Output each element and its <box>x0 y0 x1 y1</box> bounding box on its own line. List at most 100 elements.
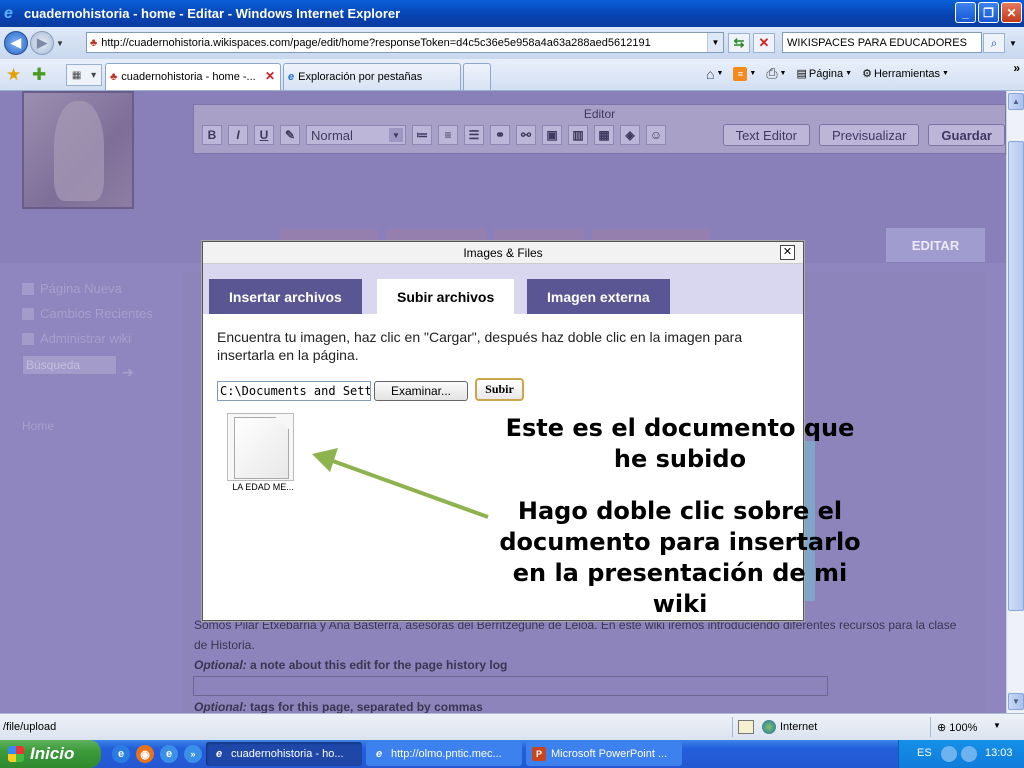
refresh-button[interactable]: ⇆ <box>728 33 750 53</box>
optional-note-label: a note about this edit for the page hist… <box>250 658 508 672</box>
restore-button[interactable]: ❐ <box>978 2 999 23</box>
tab-insert-files[interactable]: Insertar archivos <box>209 279 362 314</box>
task-powerpoint[interactable]: P Microsoft PowerPoint ... <box>526 742 682 766</box>
more-commands-icon[interactable]: » <box>1013 61 1020 75</box>
zoom-level[interactable]: ⊕ 100% <box>937 721 977 734</box>
ie-quicklaunch-icon[interactable]: e <box>112 745 130 763</box>
more-quicklaunch-icon[interactable]: » <box>184 745 202 763</box>
save-button[interactable]: Guardar <box>928 124 1005 146</box>
media-button[interactable]: ▥ <box>568 125 588 145</box>
language-indicator[interactable]: ES <box>917 747 932 759</box>
bold-button[interactable]: B <box>202 125 222 145</box>
vertical-scrollbar[interactable]: ▲ ▼ <box>1006 91 1024 713</box>
search-options-dropdown-icon[interactable]: ▼ <box>1006 33 1020 53</box>
edit-note-input[interactable] <box>193 676 828 696</box>
wiki-search-input[interactable]: Búsqueda <box>22 355 117 375</box>
start-label: Inicio <box>30 744 75 763</box>
search-go-icon[interactable]: ➜ <box>122 364 134 381</box>
task-cuadernohistoria[interactable]: e cuadernohistoria - ho... <box>206 742 362 766</box>
page-icon: ▤ <box>796 68 807 80</box>
tab-cuadernohistoria[interactable]: ♣ cuadernohistoria - home -... ✕ <box>105 63 281 90</box>
unlink-button[interactable]: ⚯ <box>516 125 536 145</box>
ie-tab-icon: e <box>288 71 295 83</box>
site-favicon-icon: ♣ <box>90 36 98 49</box>
editor-toolbar: Editor B I U ✎ Normal ▼ ≔ ≡ ☰ ⚭ ⚯ ▣ ▥ ▦ … <box>193 104 1006 154</box>
tools-menu[interactable]: ⚙ Herramientas ▼ <box>862 67 949 81</box>
site-favicon-icon: ♣ <box>110 71 118 83</box>
preview-button[interactable]: Previsualizar <box>819 124 920 146</box>
home-button[interactable]: ⌂ ▼ <box>706 66 723 82</box>
text-editor-button[interactable]: Text Editor <box>722 124 810 146</box>
editar-tab[interactable]: EDITAR <box>886 228 985 262</box>
format-select[interactable]: Normal ▼ <box>306 125 406 145</box>
taskbar: Inicio e ◉ e » e cuadernohistoria - ho..… <box>0 740 1024 768</box>
tray-arrow-icon[interactable] <box>941 746 957 762</box>
sidebar-item-manage[interactable]: Administrar wiki <box>22 326 182 351</box>
sidebar-item-new-page[interactable]: Página Nueva <box>22 276 182 301</box>
uploaded-file-thumbnail[interactable] <box>227 413 294 481</box>
text-color-button[interactable]: ✎ <box>280 125 300 145</box>
tab-label: cuadernohistoria - home -... <box>121 71 256 83</box>
forward-button[interactable]: ▶ <box>30 31 54 55</box>
start-button[interactable]: Inicio <box>0 740 101 768</box>
zoom-dropdown-icon[interactable]: ▼ <box>993 721 1001 730</box>
dialog-title-bar: Images & Files ✕ <box>203 242 803 264</box>
history-dropdown-icon[interactable]: ▼ <box>54 39 66 48</box>
underline-button[interactable]: U <box>254 125 274 145</box>
search-button[interactable]: ⌕ <box>983 33 1005 53</box>
tab-upload-files[interactable]: Subir archivos <box>377 279 515 314</box>
wiki-sidebar: Página Nueva Cambios Recientes Administr… <box>22 276 182 433</box>
new-tab-button[interactable] <box>463 63 491 90</box>
search-input[interactable]: WIKISPACES PARA EDUCADORES <box>782 32 982 53</box>
add-favorite-icon[interactable]: ✚ <box>32 65 46 85</box>
security-zone[interactable]: Internet <box>762 720 817 734</box>
close-tab-icon[interactable]: ✕ <box>265 69 275 83</box>
quick-launch: e ◉ e » <box>112 745 202 763</box>
bullet-list-button[interactable]: ≡ <box>438 125 458 145</box>
favorites-star-icon[interactable]: ★ <box>6 65 21 85</box>
uploaded-file-name: LA EDAD ME... <box>232 482 294 492</box>
sidebar-item-home[interactable]: Home <box>22 419 182 433</box>
address-field[interactable]: ♣ http://cuadernohistoria.wikispaces.com… <box>86 32 724 53</box>
document-icon <box>234 417 289 479</box>
image-button[interactable]: ▣ <box>542 125 562 145</box>
dialog-title: Images & Files <box>463 246 543 260</box>
close-window-button[interactable]: ✕ <box>1001 2 1022 23</box>
network-icon[interactable] <box>961 746 977 762</box>
stop-button[interactable]: ✕ <box>753 33 775 53</box>
page-menu[interactable]: ▤ Página ▼ <box>796 67 852 81</box>
address-dropdown-icon[interactable]: ▼ <box>707 33 723 52</box>
ie-task-icon: e <box>375 748 383 760</box>
globe-icon <box>762 720 776 734</box>
link-button[interactable]: ⚭ <box>490 125 510 145</box>
firefox-icon[interactable]: ◉ <box>136 745 154 763</box>
scroll-up-icon[interactable]: ▲ <box>1008 93 1024 110</box>
tab-external-image[interactable]: Imagen externa <box>527 279 670 314</box>
sidebar-item-label: Administrar wiki <box>40 331 132 346</box>
browse-button[interactable]: Examinar... <box>374 381 468 401</box>
scroll-thumb[interactable] <box>1008 141 1024 611</box>
file-path-input[interactable]: C:\Documents and Settings <box>217 381 371 401</box>
feeds-button[interactable]: ≡ ▼ <box>733 66 756 81</box>
print-button[interactable]: ⎙ ▼ <box>766 65 786 82</box>
tab-exploracion[interactable]: e Exploración por pestañas <box>283 63 461 90</box>
minimize-button[interactable]: _ <box>955 2 976 23</box>
quick-tabs-button[interactable]: ▦ ▾ <box>66 64 102 86</box>
sidebar-item-recent-changes[interactable]: Cambios Recientes <box>22 301 182 326</box>
task-olmo[interactable]: e http://olmo.pntic.mec... <box>366 742 522 766</box>
popup-blocker-icon[interactable] <box>738 720 754 734</box>
numbered-list-button[interactable]: ≔ <box>412 125 432 145</box>
tab-label: Exploración por pestañas <box>298 71 423 83</box>
italic-button[interactable]: I <box>228 125 248 145</box>
horizontal-line-button[interactable]: ☰ <box>464 125 484 145</box>
table-button[interactable]: ▦ <box>594 125 614 145</box>
special-char-button[interactable]: ☺ <box>646 125 666 145</box>
upload-button[interactable]: Subir <box>475 378 524 401</box>
back-button[interactable]: ◀ <box>4 31 28 55</box>
ie-alt-icon[interactable]: e <box>160 745 178 763</box>
page-body: Somos Pilar Etxebarria y Ana Basterra, a… <box>194 615 964 713</box>
widget-button[interactable]: ◈ <box>620 125 640 145</box>
scroll-down-icon[interactable]: ▼ <box>1008 693 1024 710</box>
windows-flag-icon <box>8 746 24 762</box>
dialog-close-button[interactable]: ✕ <box>780 245 795 260</box>
